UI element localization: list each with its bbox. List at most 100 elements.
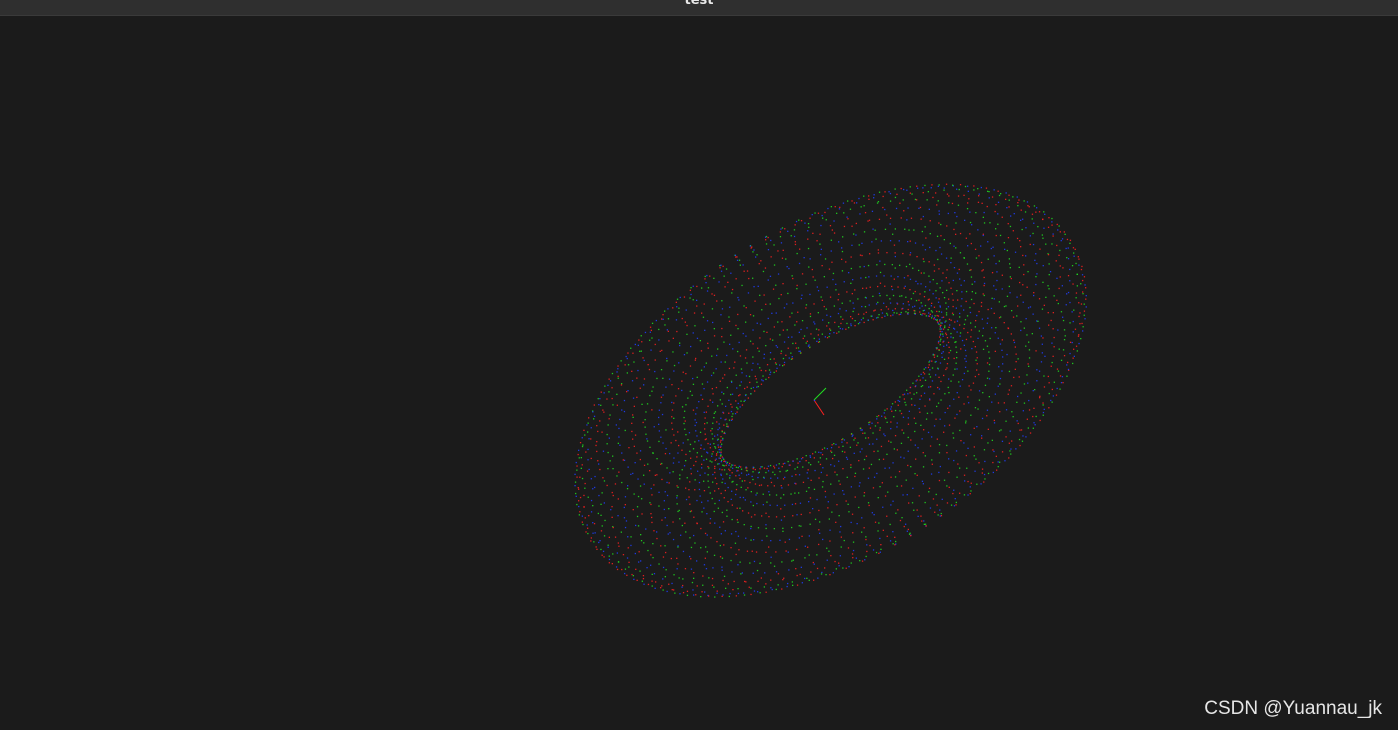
cloud-point: [922, 371, 925, 374]
cloud-point: [1039, 397, 1041, 399]
cloud-point: [737, 467, 739, 469]
cloud-point: [853, 233, 855, 235]
cloud-point: [908, 304, 910, 306]
cloud-point: [719, 441, 722, 443]
cloud-point: [770, 239, 772, 242]
cloud-point: [953, 357, 955, 360]
cloud-point: [673, 417, 675, 419]
cloud-point: [576, 465, 578, 467]
cloud-point: [959, 492, 961, 494]
cloud-point: [955, 504, 957, 506]
cloud-point: [709, 443, 711, 445]
cloud-point: [809, 523, 811, 525]
cloud-point: [645, 411, 647, 413]
cloud-point: [662, 556, 665, 558]
cloud-point: [1071, 265, 1074, 267]
cloud-point: [841, 247, 843, 249]
cloud-point: [735, 324, 737, 327]
cloud-point: [773, 565, 776, 567]
cloud-point: [781, 588, 783, 590]
cloud-point: [912, 487, 914, 489]
cloud-point: [1027, 427, 1029, 429]
cloud-point: [1053, 336, 1055, 339]
cloud-point: [756, 502, 758, 505]
point-cloud-canvas[interactable]: [0, 16, 1398, 730]
cloud-point: [601, 525, 603, 527]
cloud-point: [910, 298, 912, 300]
cloud-point: [837, 299, 839, 301]
cloud-point: [1037, 320, 1039, 322]
cloud-point: [703, 388, 705, 390]
cloud-point: [607, 424, 609, 426]
cloud-point: [672, 538, 675, 541]
cloud-point: [617, 375, 619, 377]
cloud-point: [767, 485, 769, 487]
cloud-point: [664, 491, 666, 493]
cloud-point: [1017, 305, 1019, 307]
cloud-point: [996, 469, 998, 471]
cloud-point: [738, 465, 740, 467]
cloud-point: [665, 569, 667, 571]
cloud-point: [825, 308, 827, 310]
cloud-point: [652, 386, 654, 388]
cloud-point: [916, 199, 918, 201]
cloud-point: [690, 287, 692, 289]
cloud-point: [764, 236, 767, 238]
cloud-point: [805, 307, 807, 309]
cloud-point: [1082, 279, 1084, 282]
cloud-point: [895, 512, 897, 514]
cloud-point: [769, 504, 771, 506]
cloud-point: [707, 405, 709, 407]
cloud-point: [1042, 218, 1044, 221]
cloud-point: [802, 466, 804, 468]
cloud-point: [705, 458, 708, 460]
cloud-point: [671, 409, 674, 411]
cloud-point: [976, 426, 978, 428]
cloud-point: [969, 221, 972, 224]
cloud-point: [603, 392, 605, 394]
cloud-point: [696, 376, 698, 378]
cloud-point: [839, 327, 841, 330]
cloud-point: [766, 331, 768, 333]
cloud-point: [672, 471, 674, 473]
cloud-point: [777, 573, 780, 575]
cloud-point: [698, 440, 700, 442]
cloud-point: [646, 438, 648, 440]
cloud-point: [1021, 440, 1024, 442]
cloud-point: [1025, 255, 1027, 257]
cloud-point: [713, 554, 716, 556]
cloud-point: [981, 270, 983, 272]
cloud-point: [933, 354, 936, 356]
cloud-point: [592, 488, 594, 490]
cloud-point: [722, 265, 724, 267]
cloud-point: [590, 438, 592, 440]
cloud-point: [623, 399, 626, 402]
cloud-point: [975, 320, 977, 322]
cloud-point: [1014, 251, 1017, 253]
cloud-point: [943, 358, 946, 360]
cloud-point: [709, 447, 711, 449]
cloud-point: [1073, 255, 1075, 257]
cloud-point: [951, 312, 954, 314]
cloud-point: [730, 533, 733, 535]
cloud-point: [746, 474, 748, 476]
cloud-point: [735, 374, 737, 376]
3d-viewport[interactable]: [0, 16, 1398, 730]
cloud-point: [872, 487, 875, 489]
cloud-point: [909, 278, 912, 280]
cloud-point: [863, 205, 865, 207]
cloud-point: [942, 341, 944, 343]
cloud-point: [716, 541, 718, 543]
cloud-point: [829, 574, 831, 576]
cloud-point: [1073, 348, 1075, 350]
cloud-point: [860, 277, 862, 279]
cloud-point: [650, 564, 652, 566]
cloud-point: [779, 334, 781, 336]
cloud-point: [944, 325, 946, 327]
cloud-point: [828, 518, 830, 520]
cloud-point: [707, 442, 709, 445]
cloud-point: [982, 234, 984, 237]
cloud-point: [1038, 327, 1041, 329]
title-bar[interactable]: test: [0, 0, 1398, 16]
cloud-point: [956, 290, 958, 292]
